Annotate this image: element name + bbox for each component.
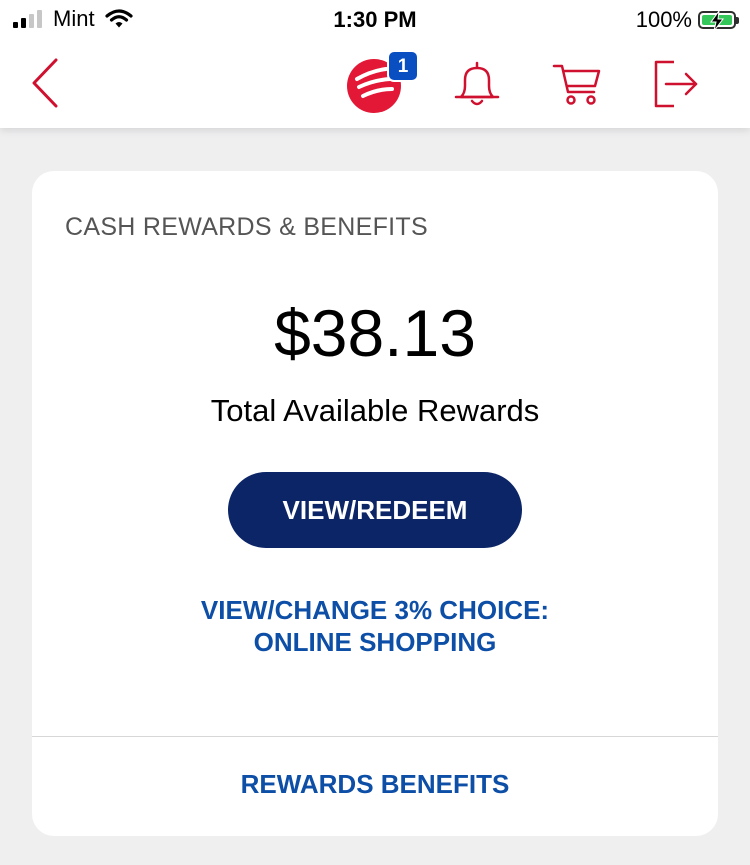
status-bar: Mint 1:30 PM 100% — [0, 0, 750, 42]
rewards-benefits-link[interactable]: REWARDS BENEFITS — [32, 769, 718, 800]
rewards-amount: $38.13 — [274, 296, 476, 370]
notification-badge: 1 — [387, 50, 419, 82]
battery-icon — [698, 11, 739, 31]
rewards-card: CASH REWARDS & BENEFITS $38.13 Total Ava… — [32, 171, 718, 836]
choice-link-line1: VIEW/CHANGE 3% CHOICE: — [200, 595, 550, 625]
cart-icon[interactable] — [552, 62, 602, 108]
change-choice-link[interactable]: VIEW/CHANGE 3% CHOICE: ONLINE SHOPPING — [32, 594, 718, 658]
battery-percent: 100% — [635, 7, 692, 32]
bell-icon[interactable] — [452, 60, 502, 110]
logout-icon[interactable] — [652, 58, 702, 110]
choice-link-line2: ONLINE SHOPPING — [253, 627, 497, 657]
view-redeem-button[interactable]: VIEW/REDEEM — [228, 472, 522, 548]
status-right: 100% — [635, 7, 739, 33]
rewards-amount-label: Total Available Rewards — [210, 393, 540, 428]
divider — [32, 736, 718, 737]
card-title: CASH REWARDS & BENEFITS — [65, 213, 428, 241]
back-icon[interactable] — [30, 58, 60, 108]
top-bar: Mint 1:30 PM 100% 1 — [0, 0, 750, 128]
